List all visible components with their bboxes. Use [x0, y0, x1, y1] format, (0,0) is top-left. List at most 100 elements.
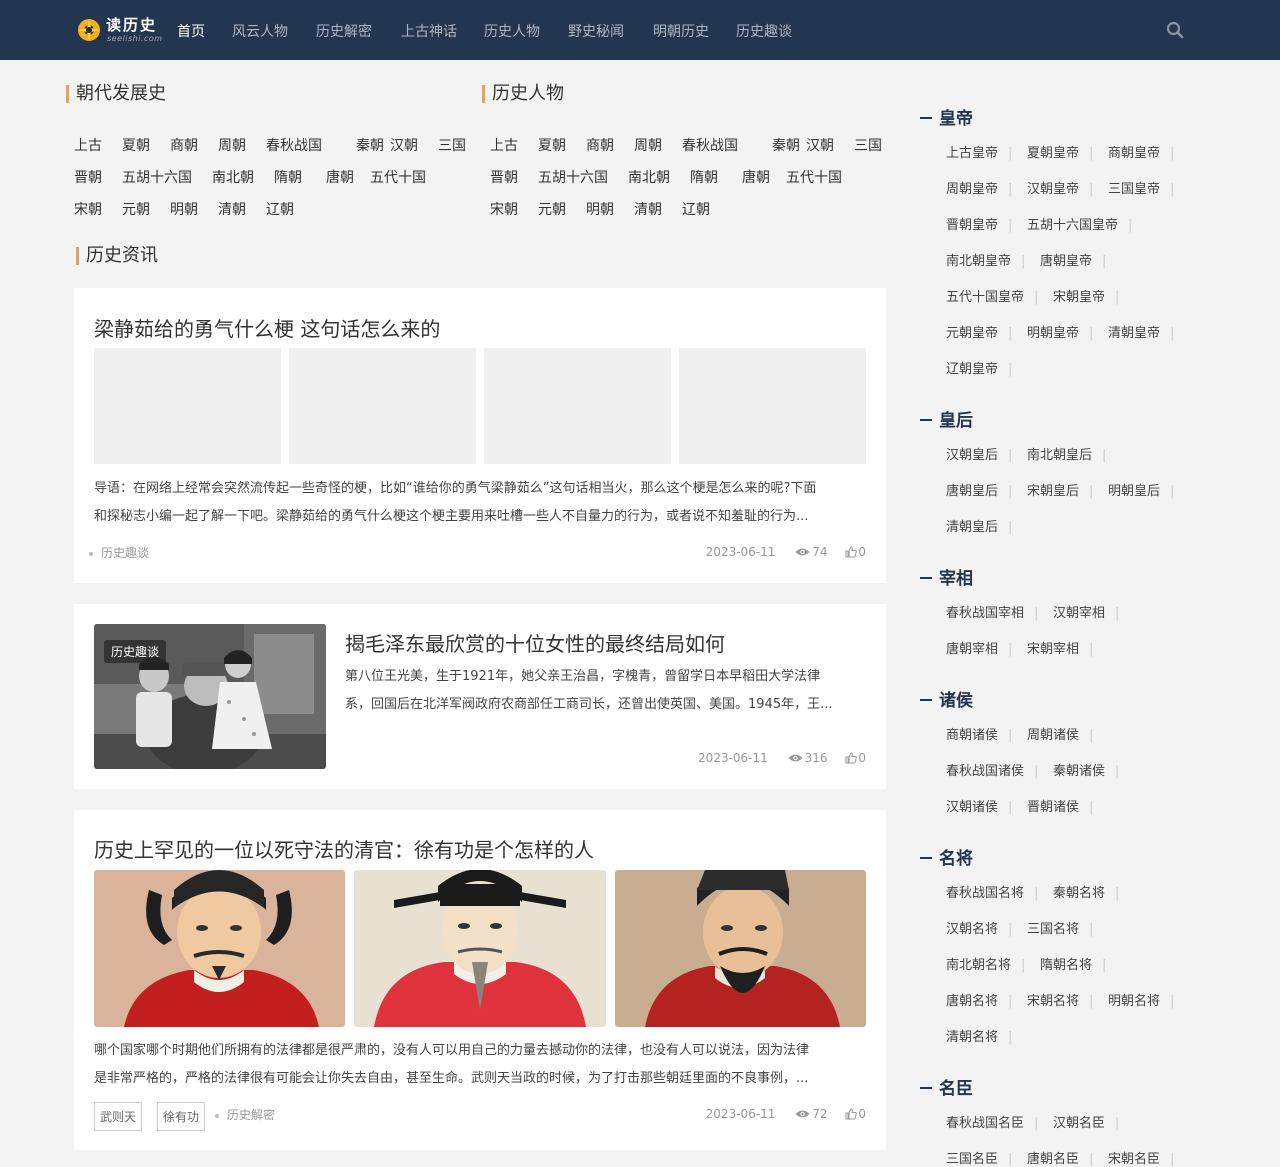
- article-tag[interactable]: 武则天: [94, 1102, 143, 1131]
- dynasty-tag[interactable]: 春秋战国: [682, 135, 738, 155]
- article-image-placeholder[interactable]: [94, 348, 281, 464]
- dynasty-tag[interactable]: 南北朝: [628, 167, 670, 187]
- sidebar-link[interactable]: 周朝诸侯: [1027, 724, 1093, 743]
- sidebar-link[interactable]: 三国皇帝: [1108, 178, 1174, 197]
- sidebar-link[interactable]: 汉朝皇帝: [1027, 178, 1093, 197]
- sidebar-link[interactable]: 春秋战国名臣: [946, 1112, 1038, 1131]
- article-tag[interactable]: 徐有功: [157, 1102, 206, 1131]
- sidebar-link[interactable]: 三国名臣: [946, 1148, 1012, 1167]
- dynasty-tag[interactable]: 周朝: [634, 135, 662, 155]
- sidebar-link[interactable]: 辽朝皇帝: [946, 358, 1012, 377]
- article-thumbnail[interactable]: 历史趣谈: [94, 624, 326, 769]
- dynasty-tag[interactable]: 辽朝: [266, 199, 294, 219]
- sidebar-link[interactable]: 汉朝诸侯: [946, 796, 1012, 815]
- sidebar-link[interactable]: 晋朝皇帝: [946, 214, 1012, 233]
- article-image[interactable]: [94, 870, 345, 1027]
- sidebar-link[interactable]: 汉朝名将: [946, 918, 1012, 937]
- dynasty-tag[interactable]: 夏朝: [538, 135, 566, 155]
- dynasty-tag[interactable]: 秦朝: [772, 135, 800, 155]
- nav-item[interactable]: 历史人物: [484, 21, 540, 41]
- sidebar-link[interactable]: 宋朝皇后: [1027, 480, 1093, 499]
- like-button[interactable]: 0: [845, 750, 866, 765]
- dynasty-tag[interactable]: 隋朝: [274, 167, 302, 187]
- dynasty-tag[interactable]: 秦朝: [356, 135, 384, 155]
- dynasty-tag[interactable]: 商朝: [170, 135, 198, 155]
- sidebar-link[interactable]: 周朝皇帝: [946, 178, 1012, 197]
- sidebar-link[interactable]: 隋朝名将: [1040, 954, 1106, 973]
- sidebar-link[interactable]: 南北朝皇帝: [946, 250, 1025, 269]
- article-image[interactable]: [354, 870, 606, 1027]
- article-title[interactable]: 梁静茹给的勇气什么梗 这句话怎么来的: [94, 313, 440, 342]
- sidebar-link[interactable]: 汉朝宰相: [1053, 602, 1119, 621]
- nav-item[interactable]: 历史解密: [316, 21, 372, 41]
- dynasty-tag[interactable]: 隋朝: [690, 167, 718, 187]
- dynasty-tag[interactable]: 三国: [854, 135, 882, 155]
- dynasty-tag[interactable]: 周朝: [218, 135, 246, 155]
- article-image-placeholder[interactable]: [679, 348, 866, 464]
- dynasty-tag[interactable]: 春秋战国: [266, 135, 322, 155]
- dynasty-tag[interactable]: 汉朝: [390, 135, 418, 155]
- sidebar-link[interactable]: 清朝皇帝: [1108, 322, 1174, 341]
- sidebar-link[interactable]: 汉朝皇后: [946, 444, 1012, 463]
- dynasty-tag[interactable]: 商朝: [586, 135, 614, 155]
- nav-item[interactable]: 明朝历史: [653, 21, 709, 41]
- nav-item[interactable]: 首页: [177, 21, 205, 41]
- sidebar-link[interactable]: 清朝皇后: [946, 516, 1012, 535]
- dynasty-tag[interactable]: 宋朝: [490, 199, 518, 219]
- dynasty-tag[interactable]: 唐朝: [742, 167, 770, 187]
- dynasty-tag[interactable]: 晋朝: [490, 167, 518, 187]
- sidebar-link[interactable]: 唐朝名将: [946, 990, 1012, 1009]
- dynasty-tag[interactable]: 唐朝: [326, 167, 354, 187]
- sidebar-link[interactable]: 三国名将: [1027, 918, 1093, 937]
- sidebar-link[interactable]: 上古皇帝: [946, 142, 1012, 161]
- dynasty-tag[interactable]: 上古: [74, 135, 102, 155]
- sidebar-link[interactable]: 明朝皇后: [1108, 480, 1174, 499]
- dynasty-tag[interactable]: 上古: [490, 135, 518, 155]
- article-title[interactable]: 揭毛泽东最欣赏的十位女性的最终结局如何: [345, 628, 725, 657]
- sidebar-link[interactable]: 商朝皇帝: [1108, 142, 1174, 161]
- article-category[interactable]: 历史趣谈: [89, 544, 149, 561]
- sidebar-link[interactable]: 商朝诸侯: [946, 724, 1012, 743]
- sidebar-link[interactable]: 宋朝名将: [1027, 990, 1093, 1009]
- sidebar-link[interactable]: 宋朝宰相: [1027, 638, 1093, 657]
- article-category[interactable]: 历史解密: [215, 1106, 275, 1123]
- article-title[interactable]: 历史上罕见的一位以死守法的清官：徐有功是个怎样的人: [94, 834, 594, 863]
- like-button[interactable]: 0: [845, 1106, 866, 1121]
- sidebar-link[interactable]: 唐朝皇帝: [1040, 250, 1106, 269]
- sidebar-link[interactable]: 春秋战国名将: [946, 882, 1038, 901]
- dynasty-tag[interactable]: 明朝: [170, 199, 198, 219]
- dynasty-tag[interactable]: 五胡十六国: [538, 167, 608, 187]
- sidebar-link[interactable]: 元朝皇帝: [946, 322, 1012, 341]
- dynasty-tag[interactable]: 辽朝: [682, 199, 710, 219]
- sidebar-link[interactable]: 南北朝名将: [946, 954, 1025, 973]
- sidebar-link[interactable]: 唐朝宰相: [946, 638, 1012, 657]
- sidebar-link[interactable]: 五胡十六国皇帝: [1027, 214, 1132, 233]
- dynasty-tag[interactable]: 五代十国: [370, 167, 426, 187]
- dynasty-tag[interactable]: 元朝: [122, 199, 150, 219]
- dynasty-tag[interactable]: 五胡十六国: [122, 167, 192, 187]
- sidebar-link[interactable]: 宋朝名臣: [1108, 1148, 1174, 1167]
- search-icon[interactable]: [1166, 21, 1184, 39]
- dynasty-tag[interactable]: 清朝: [218, 199, 246, 219]
- nav-item[interactable]: 风云人物: [232, 21, 288, 41]
- dynasty-tag[interactable]: 晋朝: [74, 167, 102, 187]
- article-image[interactable]: [615, 870, 866, 1027]
- nav-item[interactable]: 野史秘闻: [568, 21, 624, 41]
- sidebar-link[interactable]: 汉朝名臣: [1053, 1112, 1119, 1131]
- sidebar-link[interactable]: 宋朝皇帝: [1053, 286, 1119, 305]
- sidebar-link[interactable]: 明朝名将: [1108, 990, 1174, 1009]
- dynasty-tag[interactable]: 宋朝: [74, 199, 102, 219]
- sidebar-link[interactable]: 明朝皇帝: [1027, 322, 1093, 341]
- dynasty-tag[interactable]: 五代十国: [786, 167, 842, 187]
- category-badge[interactable]: 历史趣谈: [104, 640, 167, 663]
- sidebar-link[interactable]: 春秋战国宰相: [946, 602, 1038, 621]
- article-image-placeholder[interactable]: [484, 348, 671, 464]
- sidebar-link[interactable]: 五代十国皇帝: [946, 286, 1038, 305]
- dynasty-tag[interactable]: 清朝: [634, 199, 662, 219]
- sidebar-link[interactable]: 秦朝诸侯: [1053, 760, 1119, 779]
- article-image-placeholder[interactable]: [289, 348, 476, 464]
- dynasty-tag[interactable]: 汉朝: [806, 135, 834, 155]
- sidebar-link[interactable]: 春秋战国诸侯: [946, 760, 1038, 779]
- like-button[interactable]: 0: [845, 544, 866, 559]
- sidebar-link[interactable]: 南北朝皇后: [1027, 444, 1106, 463]
